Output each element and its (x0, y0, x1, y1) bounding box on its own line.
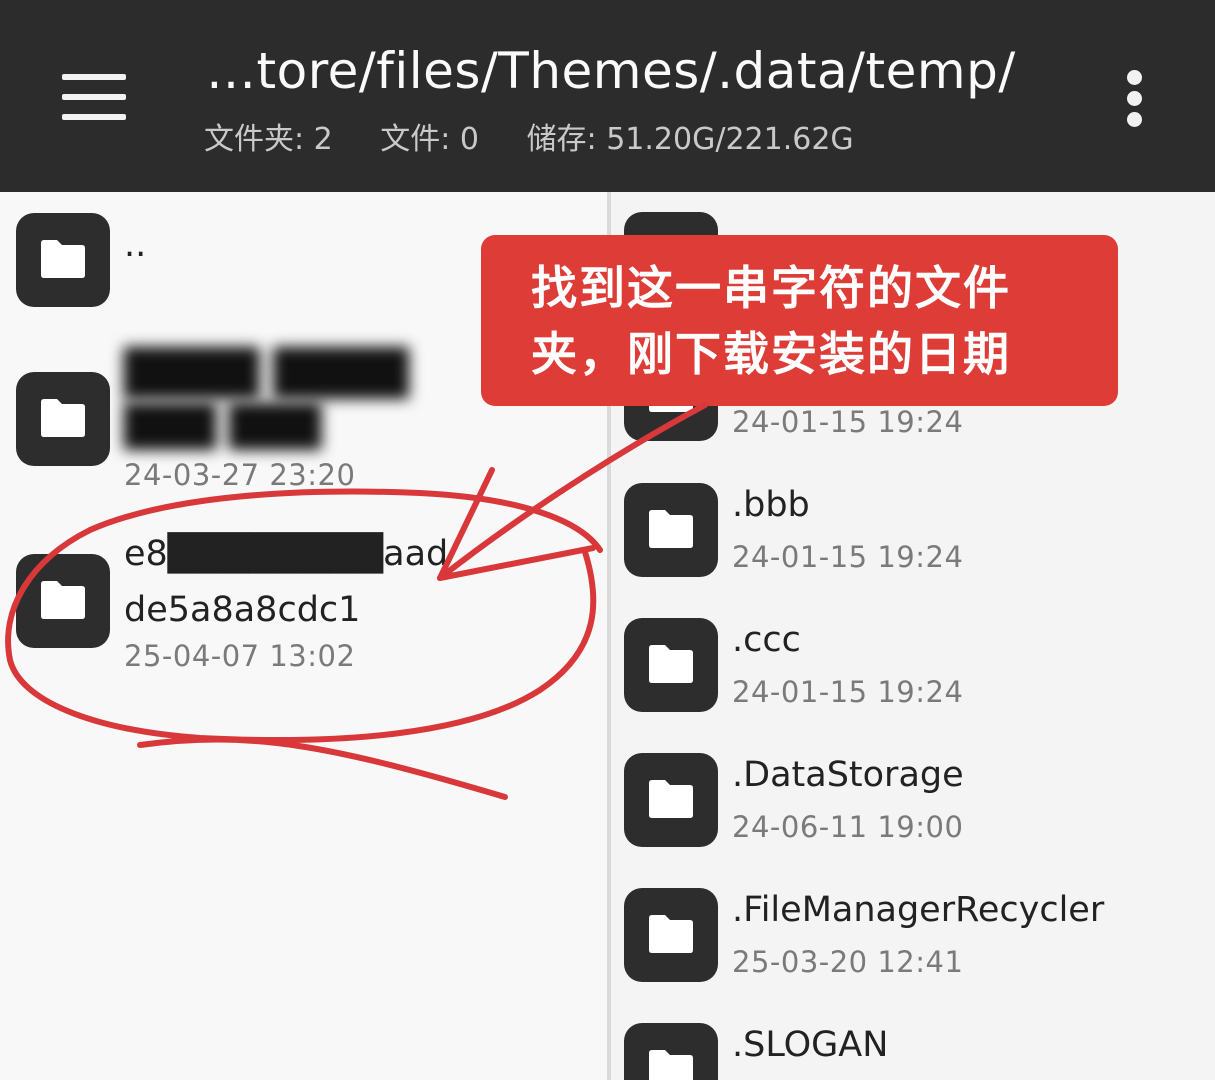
item-date: 24-01-15 19:24 (732, 540, 964, 574)
instruction-callout: 找到这一串字符的文件 夹，刚下载安装的日期 (481, 235, 1118, 406)
folder-icon (624, 1023, 718, 1080)
item-name-line2: ███ ███ (124, 404, 322, 450)
folder-icon (16, 554, 110, 648)
hamburger-menu-icon[interactable] (62, 74, 126, 120)
item-name-line1: e8████████aad (124, 534, 449, 574)
item-date: 25-03-20 12:41 (732, 945, 964, 979)
list-item-folder[interactable]: .ccc 24-01-15 19:24 (624, 618, 1184, 713)
app-toolbar: …tore/files/Themes/.data/temp/ 文件夹: 2 文件… (0, 0, 1215, 192)
list-item-folder-target[interactable]: e8████████aad de5a8a8cdc1 25-04-07 13:02 (16, 534, 576, 684)
item-name-line1: ████ ████ (124, 348, 409, 399)
callout-line2: 夹，刚下载安装的日期 (531, 327, 1011, 381)
folder-icon (624, 483, 718, 577)
item-date: 24-06-11 19:00 (732, 810, 964, 844)
item-date: 24-01-15 19:24 (732, 405, 964, 439)
item-date: 25-04-07 13:02 (124, 639, 356, 673)
item-date: 24-01-15 19:24 (732, 675, 964, 709)
item-date: 24-03-27 23:20 (124, 458, 356, 492)
directory-stats: 文件夹: 2 文件: 0 储存: 51.20G/221.62G (204, 114, 892, 158)
item-name: .bbb (732, 485, 810, 525)
folder-icon (624, 888, 718, 982)
current-path-title: …tore/files/Themes/.data/temp/ (206, 42, 1016, 100)
item-name: .DataStorage (732, 755, 964, 795)
more-options-icon[interactable] (1122, 70, 1148, 128)
item-name: .SLOGAN (732, 1025, 889, 1065)
folder-icon (16, 372, 110, 466)
item-name: .. (124, 225, 147, 265)
list-item-folder[interactable]: .SLOGAN (624, 1023, 1184, 1080)
folder-icon (16, 213, 110, 307)
file-count: 文件: 0 (380, 122, 480, 157)
item-name: .ccc (732, 620, 801, 660)
folder-icon (624, 618, 718, 712)
list-item-folder[interactable]: .DataStorage 24-06-11 19:00 (624, 753, 1184, 848)
storage-usage: 储存: 51.20G/221.62G (526, 122, 854, 157)
list-item-folder[interactable]: .bbb 24-01-15 19:24 (624, 483, 1184, 578)
folder-count: 文件夹: 2 (204, 122, 333, 157)
item-name: .FileManagerRecycler (732, 890, 1105, 930)
item-name-line2: de5a8a8cdc1 (124, 590, 361, 630)
list-item-folder[interactable]: .FileManagerRecycler 25-03-20 12:41 (624, 888, 1184, 983)
folder-icon (624, 753, 718, 847)
callout-line1: 找到这一串字符的文件 (531, 261, 1011, 315)
